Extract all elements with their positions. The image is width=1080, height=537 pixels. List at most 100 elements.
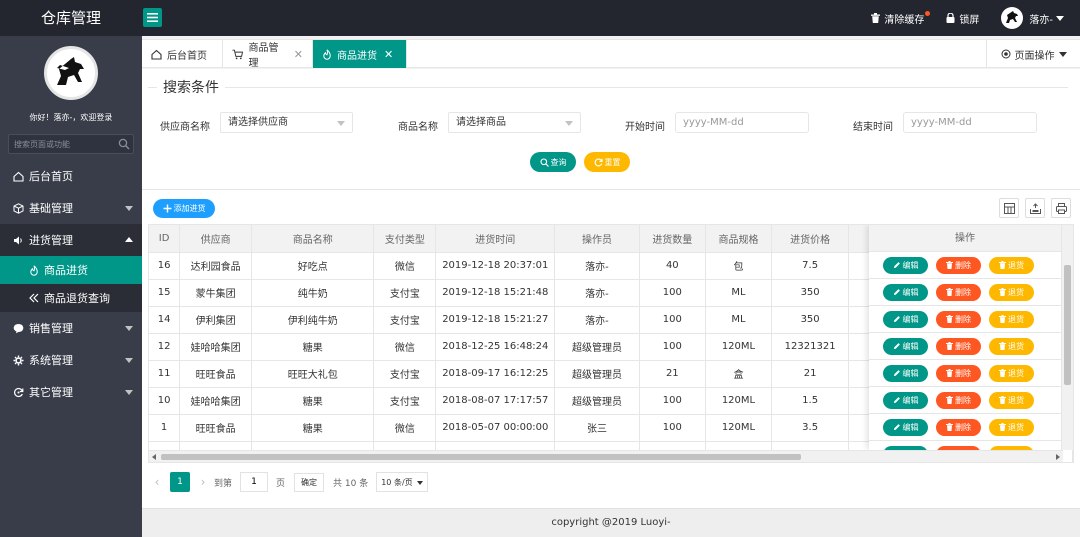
sidebar-item-basic[interactable]: 基础管理 <box>0 192 142 224</box>
table-cell: 11 <box>149 360 181 388</box>
provider-select[interactable]: 请选择供应商 <box>220 112 353 133</box>
delete-button[interactable]: 删除 <box>936 391 981 409</box>
column-filter-button[interactable] <box>999 198 1019 218</box>
operations-header: 操作 <box>869 225 1061 252</box>
delete-button[interactable]: 删除 <box>936 283 981 301</box>
edit-button[interactable]: 编辑 <box>883 337 928 355</box>
page-operations-menu[interactable]: 页面操作 <box>986 40 1080 68</box>
delete-button[interactable]: 删除 <box>936 418 981 436</box>
column-header[interactable]: 进货时间 <box>435 225 556 253</box>
column-header[interactable]: 进货价格 <box>771 225 850 253</box>
edit-label: 编辑 <box>902 368 919 378</box>
scrollbar-thumb[interactable] <box>161 454 801 460</box>
return-button[interactable]: 退货 <box>989 256 1034 274</box>
search-icon[interactable] <box>118 138 130 150</box>
horizontal-scrollbar[interactable] <box>149 450 1063 462</box>
sidebar: 你好！落亦-，欢迎登录 后台首页 基础管理 进货管理 商品进货 商品退货查询 <box>0 36 142 537</box>
chevron-up-icon <box>125 237 133 242</box>
sidebar-item-other[interactable]: 其它管理 <box>0 376 142 408</box>
pencil-icon <box>893 370 900 376</box>
tab-goods-purchase[interactable]: 商品进货 ✕ <box>313 40 407 68</box>
chevron-down-icon <box>417 481 424 485</box>
table-cell: 120ML <box>705 387 773 415</box>
edit-button[interactable]: 编辑 <box>883 310 928 328</box>
columns-icon <box>1003 202 1015 214</box>
tab-goods-manage[interactable]: 商品管理 ✕ <box>223 40 313 69</box>
table-cell: 糖果 <box>251 414 375 442</box>
return-button[interactable]: 退货 <box>989 283 1034 301</box>
delete-button[interactable]: 删除 <box>936 256 981 274</box>
edit-button[interactable]: 编辑 <box>883 391 928 409</box>
edit-button[interactable]: 编辑 <box>883 283 928 301</box>
table-cell: 2019-12-18 20:37:01 <box>435 252 556 280</box>
goods-select[interactable]: 请选择商品 <box>448 112 581 133</box>
return-button[interactable]: 退货 <box>989 337 1034 355</box>
table-cell: 微信 <box>373 252 437 280</box>
sidebar-item-home[interactable]: 后台首页 <box>0 160 142 192</box>
sidebar-item-return-query[interactable]: 商品退货查询 <box>0 284 142 312</box>
tab-home[interactable]: 后台首页 <box>142 40 223 68</box>
table-cell: 盒 <box>705 360 773 388</box>
scroll-right-icon[interactable] <box>1056 454 1060 460</box>
delete-label: 删除 <box>955 287 971 297</box>
current-page[interactable]: 1 <box>170 472 190 492</box>
next-page-icon[interactable]: › <box>194 475 212 489</box>
sidebar-item-purchase[interactable]: 进货管理 <box>0 224 142 256</box>
delete-button[interactable]: 删除 <box>936 337 981 355</box>
goto-page-input[interactable] <box>240 472 269 492</box>
column-header[interactable]: 商品名称 <box>251 225 375 253</box>
start-time-input[interactable] <box>675 112 809 133</box>
delete-button[interactable]: 删除 <box>936 310 981 328</box>
chevron-down-icon <box>125 390 133 395</box>
sidebar-item-sales[interactable]: 销售管理 <box>0 312 142 344</box>
radio-dot-icon <box>1001 49 1010 59</box>
print-button[interactable] <box>1051 198 1071 218</box>
column-header[interactable]: 操作员 <box>554 225 640 253</box>
return-button[interactable]: 退货 <box>989 391 1034 409</box>
query-button[interactable]: 查询 <box>530 152 576 172</box>
lock-screen-button[interactable]: 锁屏 <box>935 0 990 36</box>
end-time-input[interactable] <box>903 112 1037 133</box>
reset-button[interactable]: 重置 <box>584 152 630 172</box>
close-icon[interactable]: ✕ <box>384 48 393 61</box>
edit-button[interactable]: 编辑 <box>883 364 928 382</box>
column-header[interactable]: 商品规格 <box>705 225 773 253</box>
trash-icon <box>946 423 953 431</box>
column-header[interactable]: 进货数量 <box>639 225 706 253</box>
edit-button[interactable]: 编辑 <box>883 418 928 436</box>
welcome-text: 你好！落亦-，欢迎登录 <box>29 113 113 122</box>
vertical-scrollbar[interactable] <box>1061 225 1073 450</box>
export-button[interactable] <box>1025 198 1045 218</box>
scrollbar-thumb[interactable] <box>1064 265 1071 385</box>
table-cell: 15 <box>149 279 181 307</box>
goto-confirm-button[interactable]: 确定 <box>294 472 325 492</box>
close-icon[interactable]: ✕ <box>294 48 303 61</box>
return-button[interactable]: 退货 <box>989 310 1034 328</box>
prev-page-icon[interactable]: ‹ <box>148 475 166 489</box>
column-header[interactable]: 支付类型 <box>373 225 437 253</box>
table-cell: 3.5 <box>771 414 850 442</box>
trash-icon <box>946 396 953 404</box>
page-operations-label: 页面操作 <box>1014 50 1055 62</box>
delete-button[interactable]: 删除 <box>936 364 981 382</box>
search-panel: 搜索条件 供应商名称 请选择供应商 商品名称 请选择商品 开始时间 结束时间 查… <box>142 69 1080 189</box>
page-size-select[interactable]: 10 条/页 <box>376 472 429 492</box>
scroll-left-icon[interactable] <box>152 454 156 460</box>
return-button[interactable]: 退货 <box>989 364 1034 382</box>
clear-cache-button[interactable]: 清除缓存 <box>860 0 935 36</box>
sidebar-item-system[interactable]: 系统管理 <box>0 344 142 376</box>
edit-button[interactable]: 编辑 <box>883 256 928 274</box>
chevron-down-icon <box>125 206 133 211</box>
menu-toggle-button[interactable] <box>143 8 162 27</box>
user-menu[interactable]: 落亦- <box>990 0 1080 36</box>
sidebar-search-input[interactable] <box>9 135 113 153</box>
column-header[interactable]: 供应商 <box>179 225 253 253</box>
column-header[interactable]: ID <box>149 225 181 253</box>
return-button[interactable]: 退货 <box>989 418 1034 436</box>
add-purchase-button[interactable]: 添加进货 <box>153 199 215 218</box>
return-label: 退货 <box>1008 314 1024 324</box>
sidebar-item-goods-purchase[interactable]: 商品进货 <box>0 256 142 284</box>
table-cell: 旺旺大礼包 <box>251 360 375 388</box>
table-cell: 支付宝 <box>373 387 437 415</box>
fire-icon <box>323 48 331 60</box>
